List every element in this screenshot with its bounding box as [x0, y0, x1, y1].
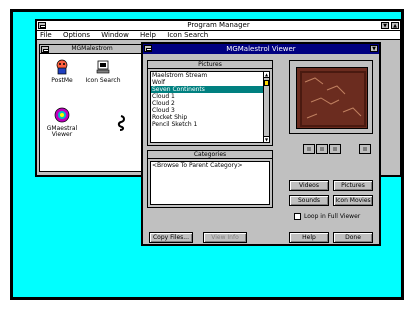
pictures-button[interactable]: Pictures	[333, 180, 373, 191]
scroll-thumb[interactable]	[264, 80, 269, 86]
icon-movies-button[interactable]: Icon Movies	[333, 195, 373, 206]
help-button[interactable]: Help	[289, 232, 329, 243]
loop-checkbox[interactable]	[294, 213, 301, 220]
menu-icon-search[interactable]: Icon Search	[167, 31, 208, 39]
menu-options[interactable]: Options	[63, 31, 90, 39]
menu-window[interactable]: Window	[101, 31, 129, 39]
forward-icon[interactable]	[329, 144, 341, 154]
program-manager-titlebar[interactable]: Program Manager ▼ ▲	[37, 21, 400, 31]
preview-picture-icon	[297, 68, 367, 128]
pictures-scrollbar[interactable]: ▲ ▼	[263, 72, 269, 142]
rewind-icon[interactable]	[303, 144, 315, 154]
preview-image	[296, 67, 368, 129]
program-manager-title: Program Manager	[187, 21, 250, 29]
list-item[interactable]: Pencil Sketch 1	[151, 121, 269, 128]
categories-list[interactable]: <Browse To Parent Category>	[150, 161, 270, 205]
group-system-menu-icon[interactable]	[41, 46, 49, 53]
program-icon-seahorse[interactable]	[102, 115, 140, 134]
pictures-label: Pictures	[148, 61, 272, 69]
dialog-system-menu-icon[interactable]	[144, 45, 152, 52]
program-icon-label: GMaestral Viewer	[46, 125, 78, 138]
program-manager-menubar: File Options Window Help Icon Search	[37, 31, 400, 40]
program-icon-icon-search[interactable]: Icon Search	[84, 59, 122, 84]
program-icon-label: Icon Search	[85, 77, 121, 84]
icon-search-icon	[96, 60, 110, 74]
pictures-list[interactable]: Maelstrom Stream Wolf Seven Continents C…	[150, 71, 270, 143]
copy-files-button[interactable]: Copy Files...	[149, 232, 193, 243]
group-window: MGMalestrom PostMe Icon Search GMaestral…	[39, 44, 145, 172]
list-item[interactable]: Cloud 2	[151, 100, 269, 107]
pictures-group: Pictures Maelstrom Stream Wolf Seven Con…	[147, 60, 273, 146]
group-title: MGMalestrom	[71, 45, 113, 52]
system-menu-icon[interactable]	[38, 22, 46, 29]
videos-button[interactable]: Videos	[289, 180, 329, 191]
postme-icon	[56, 59, 68, 75]
monitor-frame: Program Manager ▼ ▲ File Options Window …	[0, 0, 419, 318]
list-item-selected[interactable]: Seven Continents	[151, 86, 269, 93]
done-button[interactable]: Done	[333, 232, 373, 243]
list-item[interactable]: Wolf	[151, 79, 269, 86]
desktop: Program Manager ▼ ▲ File Options Window …	[10, 9, 404, 300]
stop-icon[interactable]	[359, 144, 371, 154]
categories-label: Categories	[148, 151, 272, 159]
viewer-title: MGMalestrol Viewer	[226, 45, 296, 53]
preview-frame	[289, 60, 373, 134]
categories-group: Categories <Browse To Parent Category>	[147, 150, 273, 208]
viewer-titlebar[interactable]: MGMalestrol Viewer ▼	[143, 44, 379, 54]
view-info-button[interactable]: View Info	[203, 232, 247, 243]
menu-help[interactable]: Help	[140, 31, 156, 39]
program-icon-postme[interactable]: PostMe	[43, 59, 81, 84]
program-icon-label: PostMe	[51, 77, 73, 84]
scroll-up-icon[interactable]: ▲	[264, 72, 269, 78]
list-item[interactable]: Cloud 1	[151, 93, 269, 100]
list-item[interactable]: Cloud 3	[151, 107, 269, 114]
list-item[interactable]: Rocket Ship	[151, 114, 269, 121]
menu-file[interactable]: File	[40, 31, 52, 39]
loop-checkbox-label: Loop in Full Viewer	[304, 213, 361, 220]
play-icon[interactable]	[316, 144, 328, 154]
group-titlebar[interactable]: MGMalestrom	[40, 45, 144, 54]
list-item[interactable]: <Browse To Parent Category>	[151, 162, 269, 169]
program-icon-viewer[interactable]: GMaestral Viewer	[43, 107, 81, 138]
viewer-dialog: MGMalestrol Viewer ▼ Pictures Maelstrom …	[141, 42, 381, 246]
list-item[interactable]: Maelstrom Stream	[151, 72, 269, 79]
viewer-icon	[54, 107, 70, 123]
seahorse-icon	[117, 115, 125, 131]
dialog-minimize-icon[interactable]: ▼	[370, 45, 378, 52]
sounds-button[interactable]: Sounds	[289, 195, 329, 206]
scroll-down-icon[interactable]: ▼	[264, 136, 269, 142]
minimize-icon[interactable]: ▼	[381, 22, 389, 29]
maximize-icon[interactable]: ▲	[391, 22, 399, 29]
